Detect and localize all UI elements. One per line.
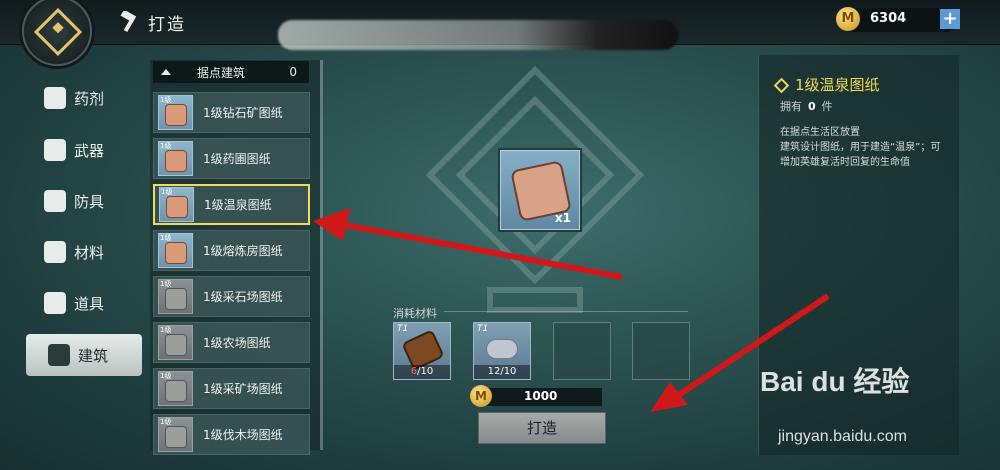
nav-item-5[interactable]: 建筑: [26, 334, 142, 376]
nav-item-label: 武器: [74, 141, 105, 160]
diamond-icon: [773, 77, 790, 94]
material-slot-empty: [632, 322, 690, 380]
material-count: 12/10: [474, 365, 530, 379]
blueprint-scroll-icon: [165, 380, 187, 402]
materials-divider: [444, 311, 688, 312]
building-icon: [48, 344, 70, 366]
craft-cost: 1000: [524, 389, 558, 403]
blueprint-thumbnail: 1级: [158, 233, 193, 268]
collapse-icon: [161, 69, 171, 75]
blueprint-thumbnail: 1级: [158, 417, 193, 452]
list-header[interactable]: 据点建筑 0: [153, 61, 309, 83]
nav-item-label: 防具: [74, 192, 105, 211]
watermark-brand: Bai du 经验: [760, 366, 910, 397]
list-item[interactable]: 1级 1级熔炼房图纸: [153, 230, 310, 271]
game-logo[interactable]: [22, 0, 92, 66]
bag-icon: [44, 292, 66, 314]
blueprint-scroll-icon: [165, 150, 187, 172]
list-header-count: 0: [289, 65, 297, 79]
coin-icon: M: [470, 385, 492, 407]
blueprint-thumbnail: 1级: [158, 279, 193, 314]
armor-icon: [44, 190, 66, 212]
list-header-label: 据点建筑: [197, 65, 246, 80]
list-item-name: 1级采石场图纸: [203, 290, 283, 304]
item-quantity: x1: [554, 211, 571, 225]
material-slot-empty: [553, 322, 611, 380]
material-tier: T1: [477, 324, 489, 334]
watermark-url: jingyan.baidu.com: [778, 428, 907, 445]
page-title: 打造: [148, 15, 186, 35]
blueprint-scroll-icon: [165, 426, 187, 448]
material-icon: [44, 241, 66, 263]
add-currency-button[interactable]: +: [940, 9, 960, 29]
blueprint-thumbnail: 1级: [159, 187, 194, 222]
nav-item-label: 材料: [74, 243, 105, 262]
blueprint-scroll-icon: [165, 288, 187, 310]
owned-count: 拥有 0 件: [780, 100, 833, 113]
list-item[interactable]: 1级 1级采石场图纸: [153, 276, 310, 317]
detail-title: 1级温泉图纸: [773, 74, 880, 95]
nav-item-label: 建筑: [78, 346, 109, 365]
list-item-name: 1级药圃图纸: [203, 152, 271, 166]
craft-button[interactable]: 打造: [478, 412, 606, 444]
blueprint-scroll-icon: [166, 196, 188, 218]
selected-item-slot: x1: [500, 150, 580, 230]
sword-icon: [44, 139, 66, 161]
blueprint-thumbnail: 1级: [158, 141, 193, 176]
list-item[interactable]: 1级 1级伐木场图纸: [153, 414, 310, 455]
list-item[interactable]: 1级 1级农场图纸: [153, 322, 310, 363]
blueprint-scroll-icon: [165, 242, 187, 264]
blueprint-scroll-icon: [165, 334, 187, 356]
blurred-banner: [278, 20, 678, 50]
coin-icon: M: [836, 7, 860, 31]
list-item-name: 1级熔炼房图纸: [203, 244, 283, 258]
nav-item-1[interactable]: 武器: [44, 130, 144, 170]
list-item-name: 1级钻石矿图纸: [203, 106, 283, 120]
material-slot-wood[interactable]: T1 6/10: [393, 322, 451, 380]
logo-emblem-icon: [33, 7, 83, 57]
list-item-name: 1级采矿场图纸: [203, 382, 283, 396]
list-item-name: 1级伐木场图纸: [203, 428, 283, 442]
hammer-icon: [120, 11, 137, 33]
blueprint-thumbnail: 1级: [158, 95, 193, 130]
detail-description: 在据点生活区放置 建筑设计图纸，用于建造“温泉”；可增加英雄复活时回复的生命值: [780, 127, 941, 168]
list-item[interactable]: 1级 1级药圃图纸: [153, 138, 310, 179]
nav-item-label: 道具: [74, 294, 105, 313]
coin-amount: 6304: [870, 11, 907, 26]
nav-item-label: 药剂: [74, 89, 105, 108]
blueprint-thumbnail: 1级: [158, 325, 193, 360]
list-item[interactable]: 1级 1级采矿场图纸: [153, 368, 310, 409]
list-item[interactable]: 1级 1级钻石矿图纸: [153, 92, 310, 133]
list-item-name: 1级农场图纸: [203, 336, 271, 350]
list-scrollbar[interactable]: [320, 60, 323, 450]
blueprint-thumbnail: 1级: [158, 371, 193, 406]
materials-label: 消耗材料: [393, 307, 437, 320]
blueprint-scroll-icon: [165, 104, 187, 126]
material-count: 6/10: [394, 365, 450, 379]
nav-item-0[interactable]: 药剂: [44, 78, 144, 118]
nav-item-2[interactable]: 防具: [44, 181, 144, 221]
nav-item-3[interactable]: 材料: [44, 232, 144, 272]
nav-item-4[interactable]: 道具: [44, 283, 144, 323]
material-tier: T1: [397, 324, 409, 334]
arrow-head-2: [650, 382, 688, 412]
ore-icon: [486, 339, 518, 359]
list-item-name: 1级温泉图纸: [204, 198, 272, 212]
material-slot-ore[interactable]: T1 12/10: [473, 322, 531, 380]
potion-icon: [44, 87, 66, 109]
list-item[interactable]: 1级 1级温泉图纸: [153, 184, 310, 225]
